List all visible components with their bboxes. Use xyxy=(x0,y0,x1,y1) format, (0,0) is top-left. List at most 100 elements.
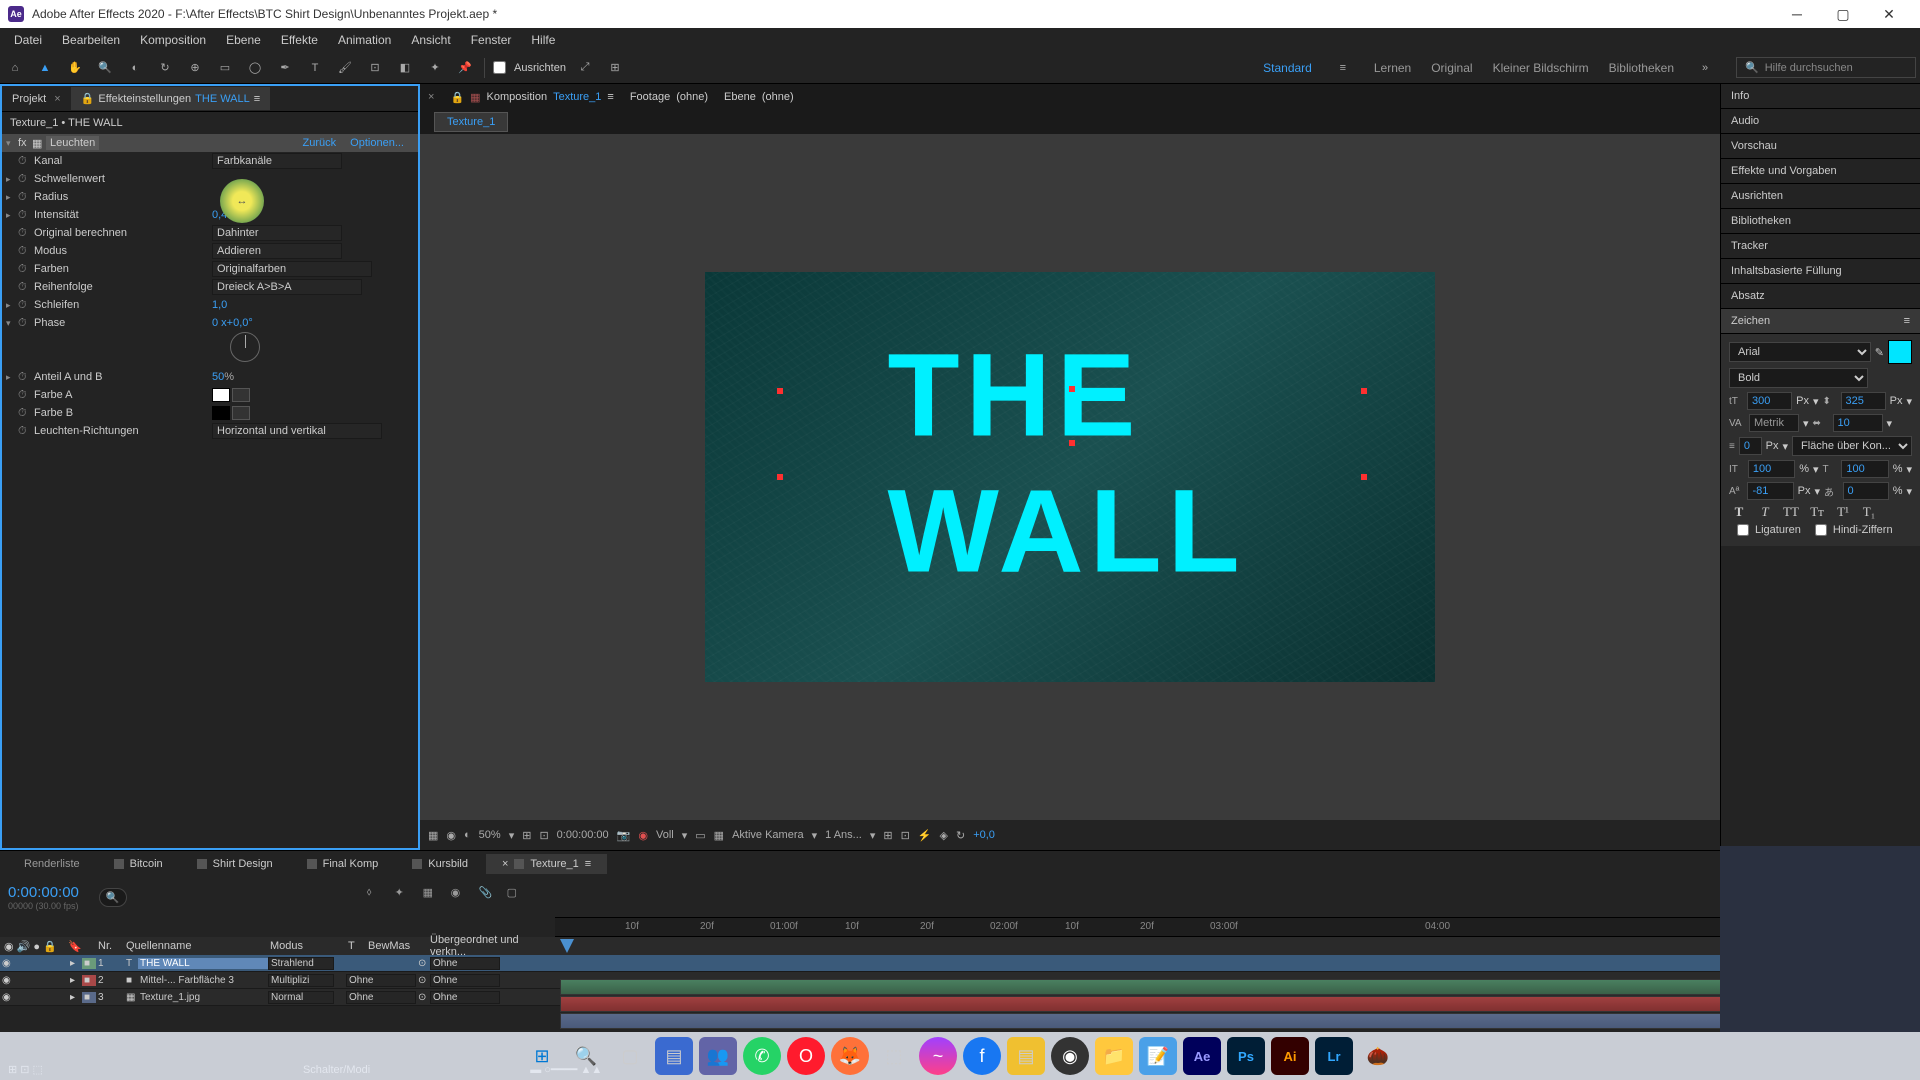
eyedropper-icon[interactable] xyxy=(232,388,250,402)
stroke-mode-dropdown[interactable]: Fläche über Kon... xyxy=(1792,436,1912,456)
app-generic[interactable]: ⬚ xyxy=(875,1037,913,1075)
anchor-point[interactable] xyxy=(1069,440,1075,446)
menu-ebene[interactable]: Ebene xyxy=(216,30,271,50)
motionblur-icon[interactable]: ◉ xyxy=(451,886,473,908)
collapse-icon[interactable]: ▾ xyxy=(6,138,18,149)
app-notepad[interactable]: 📝 xyxy=(1139,1037,1177,1075)
type-tool[interactable]: T xyxy=(304,57,326,79)
color-icon[interactable]: ◉ xyxy=(638,829,648,842)
app-opera[interactable]: O xyxy=(787,1037,825,1075)
selection-handle[interactable] xyxy=(777,474,783,480)
app-lightroom[interactable]: Lr xyxy=(1315,1037,1353,1075)
tab-effekteinstellungen[interactable]: 🔒 Effekteinstellungen THE WALL ≡ xyxy=(71,87,271,110)
stopwatch-icon[interactable]: ⏱ xyxy=(18,317,32,330)
snap-tool[interactable]: ⤢ xyxy=(574,57,596,79)
panel-vorschau[interactable]: Vorschau xyxy=(1721,134,1920,159)
fx-mask-icon[interactable]: ▦ xyxy=(32,137,46,150)
grid-tool[interactable]: ⊞ xyxy=(604,57,626,79)
layer-row[interactable]: ◉ ▸■ 1 T THE WALL Strahlend ⊙ Ohne xyxy=(0,955,1920,972)
alpha-icon[interactable]: ▦ xyxy=(428,829,438,842)
time-ruler[interactable]: 10f 20f 01:00f 10f 20f 02:00f 10f 20f 03… xyxy=(555,917,1920,937)
stopwatch-icon[interactable]: ⏱ xyxy=(18,191,32,204)
panel-effekte[interactable]: Effekte und Vorgaben xyxy=(1721,159,1920,184)
res-icon[interactable]: ⊞ xyxy=(522,829,531,842)
time-display[interactable]: 0:00:00:00 xyxy=(557,829,609,841)
tracking-input[interactable]: 10 xyxy=(1833,414,1883,432)
farben-dropdown[interactable]: Originalfarben xyxy=(212,261,372,277)
3d-icon[interactable]: ◈ xyxy=(940,829,948,842)
app-photoshop[interactable]: Ps xyxy=(1227,1037,1265,1075)
snapshot-icon[interactable]: 📷 xyxy=(617,829,631,842)
stopwatch-icon[interactable]: ⏱ xyxy=(18,371,32,384)
kerning-input[interactable]: Metrik xyxy=(1749,414,1799,432)
expand-icon[interactable]: ▸ xyxy=(6,174,18,185)
expand-icon[interactable]: ▸ xyxy=(6,210,18,221)
panel-audio[interactable]: Audio xyxy=(1721,109,1920,134)
panel-zeichen-header[interactable]: Zeichen≡ xyxy=(1721,309,1920,334)
stopwatch-icon[interactable]: ⏱ xyxy=(18,299,32,312)
brainstorm-icon[interactable]: ▢ xyxy=(507,886,529,908)
menu-hilfe[interactable]: Hilfe xyxy=(521,30,565,50)
kanal-dropdown[interactable]: Farbkanäle xyxy=(212,153,342,169)
home-tool[interactable]: ⌂ xyxy=(4,57,26,79)
stopwatch-icon[interactable]: ⏱ xyxy=(18,245,32,258)
stopwatch-icon[interactable]: ⏱ xyxy=(18,425,32,438)
panel-ausrichten[interactable]: Ausrichten xyxy=(1721,184,1920,209)
eyedropper-icon[interactable] xyxy=(232,406,250,420)
original-dropdown[interactable]: Dahinter xyxy=(212,225,342,241)
workspace-original[interactable]: Original xyxy=(1431,61,1472,75)
baseline-input[interactable]: -81 xyxy=(1747,482,1793,500)
app-generic2[interactable]: 🌰 xyxy=(1359,1037,1397,1075)
richtungen-dropdown[interactable]: Horizontal und vertikal xyxy=(212,423,382,439)
ellipse-tool[interactable]: ◯ xyxy=(244,57,266,79)
anchor-tool[interactable]: ⊕ xyxy=(184,57,206,79)
workspace-lernen[interactable]: Lernen xyxy=(1374,61,1411,75)
timeline-search[interactable]: 🔍 xyxy=(99,888,127,907)
expand-icon[interactable]: ▸ xyxy=(6,192,18,203)
comp-flowchart-icon[interactable]: ⬨ xyxy=(367,886,389,908)
draft3d-icon[interactable]: ✦ xyxy=(395,886,417,908)
subscript-button[interactable]: T₁ xyxy=(1859,504,1879,520)
camera-dropdown[interactable]: Aktive Kamera xyxy=(732,829,804,841)
app-whatsapp[interactable]: ✆ xyxy=(743,1037,781,1075)
panel-menu-icon[interactable]: ≡ xyxy=(607,91,613,103)
clone-tool[interactable]: ⊡ xyxy=(364,57,386,79)
app-explorer[interactable]: ▤ xyxy=(655,1037,693,1075)
smallcaps-button[interactable]: Tᴛ xyxy=(1807,504,1827,520)
current-timecode[interactable]: 0:00:00:00 xyxy=(8,884,79,901)
allcaps-button[interactable]: TT xyxy=(1781,504,1801,520)
comp-breadcrumb[interactable]: Texture_1 xyxy=(434,112,508,132)
eyedropper-icon[interactable]: ✎ xyxy=(1875,346,1884,359)
brush-tool[interactable]: 🖌 xyxy=(334,57,356,79)
app-firefox[interactable]: 🦊 xyxy=(831,1037,869,1075)
app-notes[interactable]: ▤ xyxy=(1007,1037,1045,1075)
app-messenger[interactable]: ~ xyxy=(919,1037,957,1075)
fx-options-link[interactable]: Optionen... xyxy=(350,137,404,149)
app-aftereffects[interactable]: Ae xyxy=(1183,1037,1221,1075)
panel-info[interactable]: Info xyxy=(1721,84,1920,109)
fx-toggle-icon[interactable]: fx xyxy=(18,137,32,149)
expand-icon[interactable]: ▸ xyxy=(6,372,18,383)
modus-dropdown[interactable]: Addieren xyxy=(212,243,342,259)
close-icon[interactable]: × xyxy=(428,91,434,103)
stopwatch-icon[interactable]: ⏱ xyxy=(18,281,32,294)
stopwatch-icon[interactable]: ⏱ xyxy=(18,173,32,186)
menu-komposition[interactable]: Komposition xyxy=(130,30,216,50)
stopwatch-icon[interactable]: ⏱ xyxy=(18,209,32,222)
blend-mode-dropdown[interactable]: Strahlend xyxy=(268,957,334,970)
selection-handle[interactable] xyxy=(1361,388,1367,394)
blend-mode-dropdown[interactable]: Multiplizi xyxy=(268,974,334,987)
stopwatch-icon[interactable]: ⏱ xyxy=(18,227,32,240)
workspace-kleiner[interactable]: Kleiner Bildschirm xyxy=(1493,61,1589,75)
tab-renderliste[interactable]: Renderliste xyxy=(8,854,96,874)
tab-komposition[interactable]: 🔒▦KompositionTexture_1≡ xyxy=(450,91,613,104)
stopwatch-icon[interactable]: ⏱ xyxy=(18,407,32,420)
parent-dropdown[interactable]: Ohne xyxy=(430,991,500,1004)
anteil-value[interactable]: 50 xyxy=(212,371,224,383)
ligaturen-checkbox[interactable] xyxy=(1737,524,1749,536)
zoom-tool[interactable]: 🔍 xyxy=(94,57,116,79)
help-search[interactable]: 🔍 Hilfe durchsuchen xyxy=(1736,57,1916,78)
eraser-tool[interactable]: ◧ xyxy=(394,57,416,79)
ausrichten-checkbox[interactable] xyxy=(493,61,506,74)
expand-icon[interactable]: ▸ xyxy=(6,300,18,311)
